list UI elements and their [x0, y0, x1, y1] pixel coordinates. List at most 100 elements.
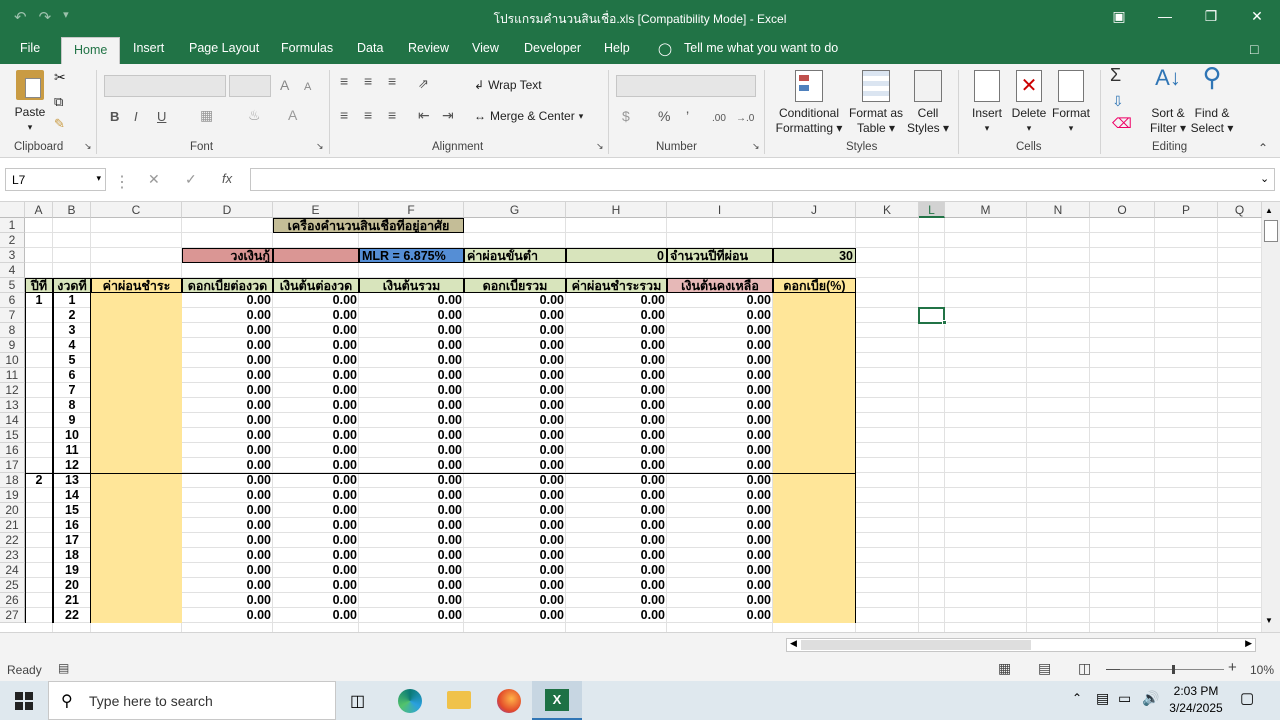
value-cell[interactable]: 0.00 [667, 428, 773, 443]
value-cell[interactable]: 0.00 [667, 368, 773, 383]
value-cell[interactable]: 0.00 [359, 488, 464, 503]
value-cell[interactable]: 0.00 [359, 593, 464, 608]
value-cell[interactable]: 0.00 [359, 518, 464, 533]
value-cell[interactable]: 0.00 [273, 428, 359, 443]
value-cell[interactable]: 0.00 [273, 503, 359, 518]
value-cell[interactable]: 0.00 [464, 308, 566, 323]
row-header-18[interactable]: 18 [0, 473, 25, 488]
value-cell[interactable]: 0.00 [566, 593, 667, 608]
value-cell[interactable]: 0.00 [464, 473, 566, 488]
value-cell[interactable]: 0.00 [182, 398, 273, 413]
value-cell[interactable]: 0.00 [667, 353, 773, 368]
period-cell[interactable]: 7 [53, 383, 91, 398]
insert-cells-button[interactable]: Insert ▾ [968, 70, 1006, 136]
font-launcher-icon[interactable]: ↘ [316, 141, 324, 152]
payment-cell[interactable] [91, 518, 182, 533]
payment-cell[interactable] [91, 353, 182, 368]
value-cell[interactable]: 0.00 [464, 518, 566, 533]
rate-cell[interactable] [773, 593, 856, 608]
file-explorer-icon[interactable] [447, 691, 471, 709]
tab-formulas[interactable]: Formulas [281, 41, 333, 55]
percent-icon[interactable]: % [658, 109, 670, 124]
value-cell[interactable]: 0.00 [566, 458, 667, 473]
period-cell[interactable]: 8 [53, 398, 91, 413]
paste-button[interactable]: Paste ▾ [12, 70, 48, 135]
row-header-23[interactable]: 23 [0, 548, 25, 563]
period-cell[interactable]: 17 [53, 533, 91, 548]
value-cell[interactable]: 0.00 [667, 323, 773, 338]
row-header-12[interactable]: 12 [0, 383, 25, 398]
value-cell[interactable]: 0.00 [182, 443, 273, 458]
value-cell[interactable]: 0.00 [566, 308, 667, 323]
period-cell[interactable]: 1 [53, 293, 91, 308]
shrink-font-icon[interactable]: A [304, 80, 311, 95]
value-cell[interactable]: 0.00 [566, 368, 667, 383]
row-header-6[interactable]: 6 [0, 293, 25, 308]
decrease-decimal-icon[interactable]: →.0 [736, 111, 754, 126]
value-cell[interactable]: 0.00 [464, 338, 566, 353]
ribbon-display-icon[interactable]: ▣ [1096, 0, 1142, 32]
period-cell[interactable]: 15 [53, 503, 91, 518]
formula-input[interactable] [250, 168, 1275, 191]
bottom-align-icon[interactable]: ≡ [388, 74, 396, 89]
sheet-title[interactable]: เครื่องคำนวนสินเชื่อที่อยู่อาศัย [273, 218, 464, 233]
value-cell[interactable]: 0.00 [359, 608, 464, 623]
row-header-14[interactable]: 14 [0, 413, 25, 428]
column-header-D[interactable]: D [182, 202, 273, 218]
clock-time[interactable]: 2:03 PM [1166, 684, 1226, 698]
year-cell[interactable]: 1 [25, 293, 53, 308]
value-cell[interactable]: 0.00 [182, 413, 273, 428]
payment-cell[interactable] [91, 458, 182, 473]
years-label[interactable]: จำนวนปีที่ผ่อน [667, 248, 773, 263]
value-cell[interactable]: 0.00 [464, 578, 566, 593]
value-cell[interactable]: 0.00 [273, 398, 359, 413]
borders-icon[interactable]: ▦ [200, 108, 213, 123]
rate-cell[interactable] [773, 518, 856, 533]
value-cell[interactable]: 0.00 [359, 398, 464, 413]
font-color-icon[interactable]: A [288, 108, 297, 123]
center-icon[interactable]: ≡ [364, 108, 372, 123]
column-header-P[interactable]: P [1155, 202, 1218, 218]
tell-me-search[interactable]: Tell me what you want to do [684, 41, 838, 55]
excel-taskbar-button[interactable]: X [532, 681, 582, 720]
row-header-11[interactable]: 11 [0, 368, 25, 383]
period-cell[interactable]: 13 [53, 473, 91, 488]
increase-decimal-icon[interactable]: .00 [712, 111, 726, 126]
notifications-icon[interactable]: ▢ [1240, 689, 1254, 707]
expand-formula-icon[interactable]: ⌄ [1260, 172, 1269, 185]
value-cell[interactable]: 0.00 [273, 473, 359, 488]
rate-cell[interactable] [773, 323, 856, 338]
header-5[interactable]: เงินต้นต่องวด [273, 278, 359, 293]
value-cell[interactable]: 0.00 [566, 353, 667, 368]
value-cell[interactable]: 0.00 [182, 488, 273, 503]
rate-cell[interactable] [773, 443, 856, 458]
row-header-3[interactable]: 3 [0, 248, 25, 263]
normal-view-icon[interactable]: ▦ [998, 660, 1011, 677]
column-header-F[interactable]: F [359, 202, 464, 218]
value-cell[interactable]: 0.00 [273, 488, 359, 503]
header-2[interactable]: งวดที่ [53, 278, 91, 293]
alignment-launcher-icon[interactable]: ↘ [596, 141, 604, 152]
value-cell[interactable]: 0.00 [182, 308, 273, 323]
row-header-16[interactable]: 16 [0, 443, 25, 458]
value-cell[interactable]: 0.00 [182, 383, 273, 398]
clock-date[interactable]: 3/24/2025 [1166, 701, 1226, 715]
tab-help[interactable]: Help [604, 41, 630, 55]
value-cell[interactable]: 0.00 [566, 548, 667, 563]
top-align-icon[interactable]: ≡ [340, 74, 348, 89]
payment-cell[interactable] [91, 308, 182, 323]
value-cell[interactable]: 0.00 [667, 488, 773, 503]
value-cell[interactable]: 0.00 [182, 503, 273, 518]
column-header-I[interactable]: I [667, 202, 773, 218]
value-cell[interactable]: 0.00 [273, 383, 359, 398]
header-8[interactable]: ค่าผ่อนชำระรวม [566, 278, 667, 293]
value-cell[interactable]: 0.00 [566, 488, 667, 503]
row-header-15[interactable]: 15 [0, 428, 25, 443]
payment-cell[interactable] [91, 473, 182, 488]
payment-cell[interactable] [91, 323, 182, 338]
value-cell[interactable]: 0.00 [273, 323, 359, 338]
column-header-G[interactable]: G [464, 202, 566, 218]
period-cell[interactable]: 4 [53, 338, 91, 353]
period-cell[interactable]: 22 [53, 608, 91, 623]
value-cell[interactable]: 0.00 [464, 593, 566, 608]
